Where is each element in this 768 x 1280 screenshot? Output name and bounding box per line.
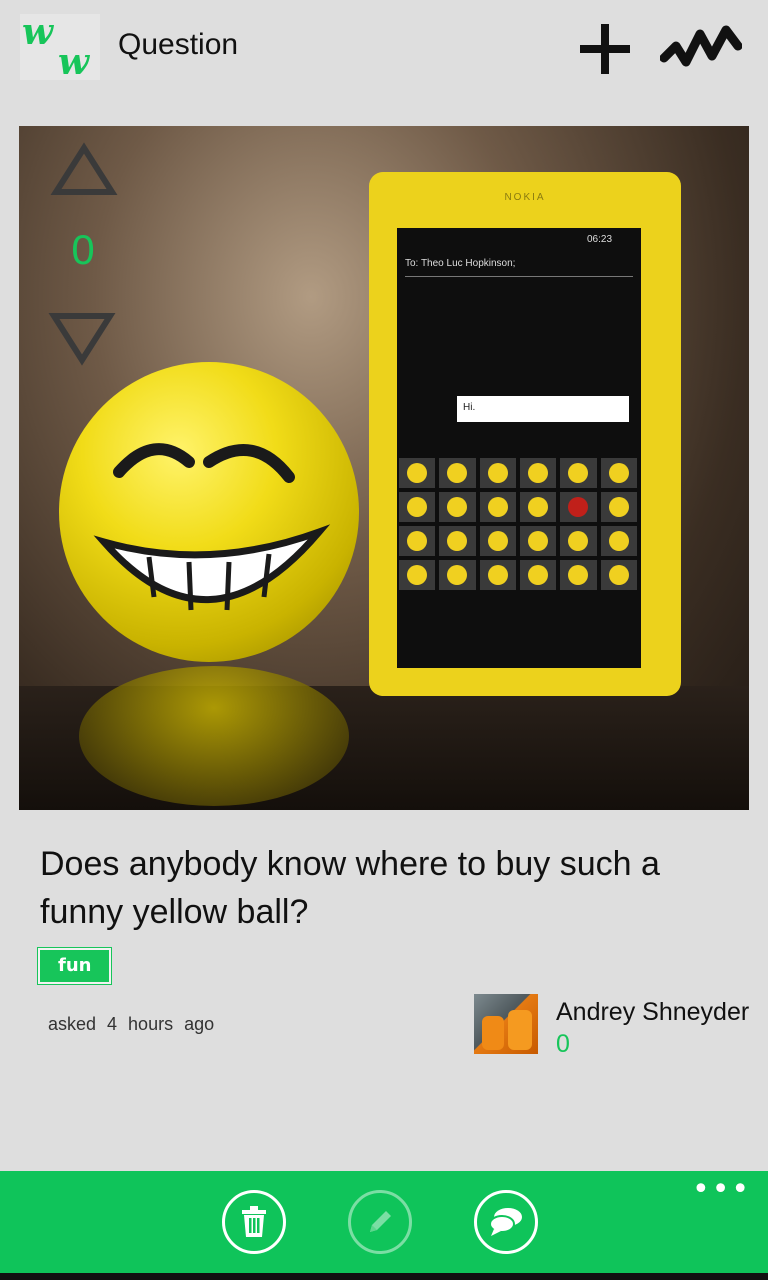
edit-button[interactable] bbox=[348, 1190, 412, 1254]
delete-button[interactable] bbox=[222, 1190, 286, 1254]
author-name[interactable]: Andrey Shneyder bbox=[556, 998, 749, 1027]
question-text: Does anybody know where to buy such a fu… bbox=[40, 845, 660, 931]
tag-fun[interactable]: fun bbox=[36, 947, 113, 985]
more-options-button[interactable]: ••• bbox=[692, 1175, 751, 1205]
bottom-edge bbox=[0, 1273, 768, 1280]
avatar[interactable] bbox=[474, 994, 538, 1054]
app-logo[interactable]: w w bbox=[20, 14, 100, 80]
phone-message: Hi. bbox=[463, 402, 476, 413]
photo-ball-reflection bbox=[79, 666, 349, 806]
page-title: Question bbox=[118, 28, 239, 61]
phone-brand: NOKIA bbox=[504, 192, 546, 203]
author-score: 0 bbox=[556, 1030, 570, 1058]
phone-to-line: To: Theo Luc Hopkinson; bbox=[405, 258, 516, 269]
phone-message-bubble: Hi. bbox=[457, 396, 629, 422]
phone-image: NOKIA 06:23 To: Theo Luc Hopkinson; Hi. bbox=[369, 172, 681, 696]
answer-button[interactable] bbox=[474, 1190, 538, 1254]
smiley-ball-image bbox=[59, 362, 359, 662]
question-photo: NOKIA 06:23 To: Theo Luc Hopkinson; Hi. … bbox=[19, 126, 749, 810]
app-bar: ••• bbox=[0, 1171, 768, 1273]
phone-time: 06:23 bbox=[587, 234, 613, 245]
logo-letter: w bbox=[22, 11, 53, 53]
pulse-wave-icon[interactable] bbox=[660, 20, 742, 76]
vote-count: 0 bbox=[71, 226, 95, 273]
trash-icon bbox=[242, 1206, 266, 1237]
phone-emoji-keyboard bbox=[399, 458, 637, 598]
chat-bubbles-icon bbox=[489, 1208, 522, 1236]
phone-screen: 06:23 To: Theo Luc Hopkinson; Hi. bbox=[397, 228, 641, 668]
logo-letter: w bbox=[58, 41, 89, 83]
smiley-face-icon bbox=[93, 443, 331, 611]
plus-icon[interactable] bbox=[578, 22, 632, 76]
header: w w Question bbox=[0, 0, 768, 100]
asked-timestamp: asked 4 hours ago bbox=[48, 1014, 215, 1034]
upvote-triangle-icon[interactable] bbox=[50, 142, 118, 198]
downvote-triangle-icon[interactable] bbox=[48, 310, 116, 366]
pencil-icon bbox=[370, 1211, 391, 1232]
